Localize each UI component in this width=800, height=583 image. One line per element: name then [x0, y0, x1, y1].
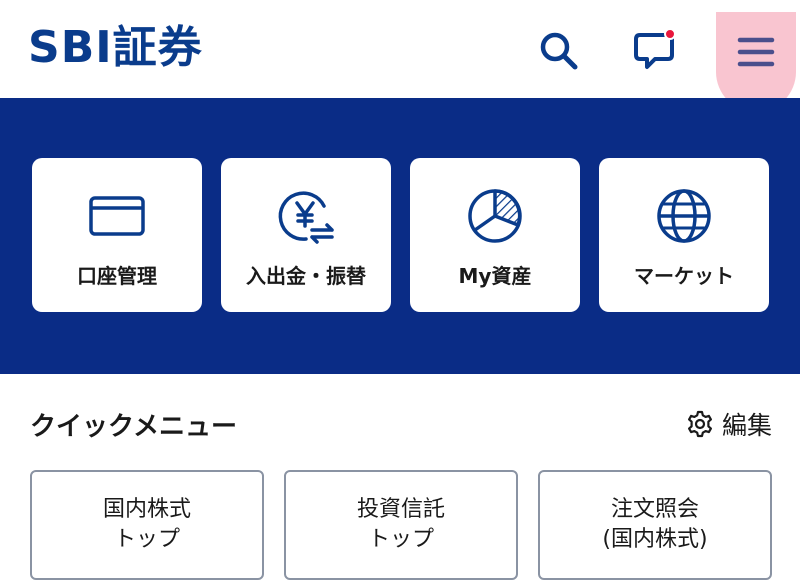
app-header: SBI証券	[0, 0, 800, 112]
item-line2: トップ	[367, 527, 434, 552]
messages-button[interactable]	[626, 22, 682, 78]
deposit-withdrawal-tile[interactable]: 入出金・振替	[221, 158, 391, 312]
quick-menu-item-mutual-funds[interactable]: 投資信託 トップ	[284, 470, 518, 580]
menu-button[interactable]	[716, 12, 796, 112]
pie-chart-icon	[468, 189, 522, 243]
tile-label: 入出金・振替	[246, 264, 366, 288]
globe-icon	[657, 189, 711, 243]
quick-menu-item-domestic-stocks[interactable]: 国内株式 トップ	[30, 470, 264, 580]
hamburger-menu-icon	[737, 37, 775, 67]
item-line1: 注文照会	[610, 497, 699, 522]
main-nav-band: 口座管理 入出金・振替 My資産 マーケット	[0, 98, 800, 374]
tile-label: My資産	[458, 264, 532, 288]
search-icon	[540, 32, 578, 70]
item-line1: 投資信託	[356, 497, 445, 522]
quick-menu-item-order-inquiry[interactable]: 注文照会 (国内株式)	[538, 470, 772, 580]
account-management-tile[interactable]: 口座管理	[32, 158, 202, 312]
edit-label: 編集	[721, 411, 772, 440]
market-tile[interactable]: マーケット	[599, 158, 769, 312]
notification-dot	[664, 28, 676, 40]
tile-label: 口座管理	[77, 264, 157, 288]
item-line1: 国内株式	[102, 497, 191, 522]
my-assets-tile[interactable]: My資産	[410, 158, 580, 312]
gear-icon	[687, 410, 712, 438]
quick-menu-edit-button[interactable]: 編集	[686, 404, 772, 444]
item-line2: (国内株式)	[602, 527, 708, 552]
search-button[interactable]	[530, 22, 586, 78]
item-line2: トップ	[113, 527, 180, 552]
yen-transfer-icon	[278, 191, 334, 244]
quick-menu-title: クイックメニュー	[30, 412, 237, 442]
credit-card-icon	[89, 196, 145, 236]
tile-label: マーケット	[634, 264, 734, 288]
sbi-logo[interactable]: SBI証券	[28, 22, 203, 74]
